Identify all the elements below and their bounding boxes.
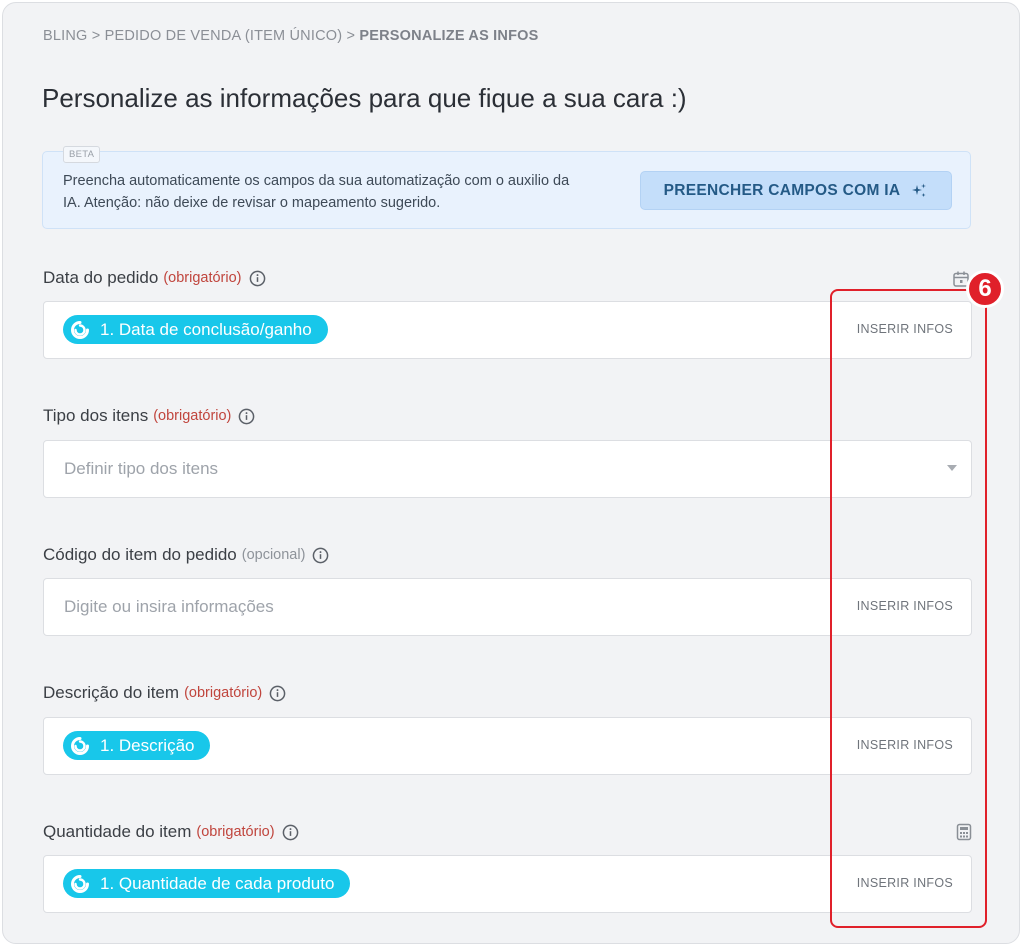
required-tag: (obrigatório) bbox=[184, 685, 263, 701]
pill-label: 1. Data de conclusão/ganho bbox=[100, 319, 312, 339]
info-icon[interactable] bbox=[249, 270, 266, 287]
pill-label: 1. Descrição bbox=[100, 735, 195, 755]
beta-badge: BETA bbox=[63, 146, 101, 163]
refresh-icon bbox=[71, 874, 89, 893]
pill-label: 1. Quantidade de cada produto bbox=[100, 873, 335, 893]
page-title: Personalize as informações para que fiqu… bbox=[42, 83, 687, 113]
required-tag: (obrigatório) bbox=[163, 270, 242, 286]
required-tag: (obrigatório) bbox=[153, 408, 232, 424]
info-icon[interactable] bbox=[312, 547, 329, 564]
field-label-text: Tipo dos itens bbox=[43, 406, 149, 425]
breadcrumb: BLING > PEDIDO DE VENDA (ITEM ÚNICO) > P… bbox=[43, 28, 538, 44]
refresh-icon bbox=[71, 320, 89, 339]
input-placeholder: Digite ou insira informações bbox=[64, 597, 274, 616]
field-label-text: Quantidade do item bbox=[43, 822, 192, 841]
ai-description: Preencha automaticamente os campos da su… bbox=[63, 173, 570, 211]
highlight-annotation bbox=[830, 289, 987, 928]
field-label-item-quantity: Quantidade do item (obrigatório) bbox=[43, 822, 299, 842]
optional-tag: (opcional) bbox=[241, 547, 306, 563]
field-label-order-date: Data do pedido (obrigatório) bbox=[43, 268, 266, 288]
ai-suggestion-box: BETA Preencha automaticamente os campos … bbox=[42, 146, 971, 229]
info-icon[interactable] bbox=[238, 408, 255, 425]
field-label-text: Data do pedido bbox=[43, 268, 159, 287]
breadcrumb-path: BLING > PEDIDO DE VENDA (ITEM ÚNICO) > bbox=[43, 28, 360, 44]
refresh-icon bbox=[71, 736, 89, 755]
variable-pill[interactable]: 1. Quantidade de cada produto bbox=[63, 869, 351, 898]
info-icon[interactable] bbox=[282, 824, 299, 841]
breadcrumb-current: PERSONALIZE AS INFOS bbox=[359, 28, 539, 44]
field-label-item-description: Descrição do item (obrigatório) bbox=[43, 683, 286, 703]
ai-fill-button-label: PREENCHER CAMPOS COM IA bbox=[663, 181, 901, 199]
info-icon[interactable] bbox=[269, 685, 286, 702]
variable-pill[interactable]: 1. Descrição bbox=[63, 731, 211, 760]
step-number-badge: 6 bbox=[966, 270, 1004, 308]
sparkle-icon bbox=[912, 183, 927, 197]
ai-fill-button[interactable]: PREENCHER CAMPOS COM IA bbox=[640, 171, 952, 210]
field-label-text: Código do item do pedido bbox=[43, 545, 237, 564]
required-tag: (obrigatório) bbox=[196, 824, 275, 840]
field-label-text: Descrição do item bbox=[43, 683, 180, 702]
variable-pill[interactable]: 1. Data de conclusão/ganho bbox=[63, 315, 328, 344]
field-label-item-code: Código do item do pedido (opcional) bbox=[43, 545, 329, 565]
field-label-item-type: Tipo dos itens (obrigatório) bbox=[43, 406, 255, 426]
select-placeholder: Definir tipo dos itens bbox=[64, 459, 219, 478]
